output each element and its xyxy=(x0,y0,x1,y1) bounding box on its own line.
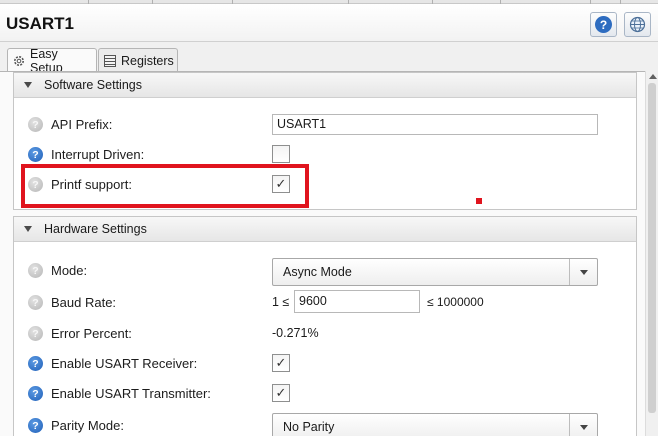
annotation-red-dot xyxy=(476,198,482,204)
error-percent-label: Error Percent: xyxy=(51,326,132,341)
mode-selected-value: Async Mode xyxy=(283,265,352,279)
parity-mode-label: Parity Mode: xyxy=(51,418,124,433)
api-prefix-input[interactable]: USART1 xyxy=(272,114,598,135)
enable-receiver-checkbox[interactable]: ✓ xyxy=(272,354,290,372)
enable-receiver-row: ? Enable USART Receiver: ✓ xyxy=(14,352,636,376)
help-blue-icon[interactable]: ? xyxy=(28,356,43,371)
section-title: Software Settings xyxy=(44,78,142,92)
help-button[interactable]: ? xyxy=(590,12,617,37)
enable-receiver-label: Enable USART Receiver: xyxy=(51,356,198,371)
hardware-settings-header[interactable]: Hardware Settings xyxy=(14,217,636,242)
mode-row: ? Mode: Async Mode xyxy=(14,258,636,286)
section-title: Hardware Settings xyxy=(44,222,147,236)
interrupt-driven-label: Interrupt Driven: xyxy=(51,147,145,162)
mode-select[interactable]: Async Mode xyxy=(272,258,598,286)
enable-transmitter-checkbox[interactable]: ✓ xyxy=(272,384,290,402)
help-blue-icon[interactable]: ? xyxy=(28,147,43,162)
tab-registers[interactable]: Registers xyxy=(98,48,178,72)
vertical-scrollbar[interactable] xyxy=(645,71,658,436)
globe-button[interactable] xyxy=(624,12,651,37)
parity-selected-value: No Parity xyxy=(283,420,335,434)
baud-rate-min: 1 ≤ xyxy=(272,295,290,309)
scrollbar-thumb[interactable] xyxy=(648,83,656,413)
gear-cog-icon xyxy=(12,54,26,68)
tab-label: Registers xyxy=(121,53,174,68)
annotation-highlight-box xyxy=(21,164,309,208)
settings-content: Software Settings ? API Prefix: USART1 ?… xyxy=(0,71,645,436)
help-blue-icon[interactable]: ? xyxy=(28,386,43,401)
enable-transmitter-row: ? Enable USART Transmitter: ✓ xyxy=(14,382,636,406)
page-title: USART1 xyxy=(6,14,75,33)
chevron-down-icon[interactable] xyxy=(569,414,597,436)
mode-label: Mode: xyxy=(51,263,88,278)
interrupt-driven-checkbox[interactable] xyxy=(272,145,290,163)
help-gray-icon[interactable]: ? xyxy=(28,117,43,132)
tab-easy-setup[interactable]: Easy Setup xyxy=(7,47,97,75)
parity-mode-row: ? Parity Mode: No Parity xyxy=(14,413,636,436)
baud-rate-max: ≤ 1000000 xyxy=(427,295,484,309)
collapse-caret-icon xyxy=(24,226,32,232)
component-header: USART1 ? xyxy=(0,4,658,42)
tab-bar: Easy Setup Registers xyxy=(0,42,658,75)
baud-rate-input[interactable]: 9600 xyxy=(294,290,420,313)
api-prefix-label: API Prefix: xyxy=(51,117,113,132)
software-settings-header[interactable]: Software Settings xyxy=(14,73,636,98)
hardware-settings-panel: Hardware Settings ? Mode: Async Mode ? B… xyxy=(13,216,637,436)
scroll-up-arrow-icon[interactable] xyxy=(649,74,657,79)
chevron-down-icon[interactable] xyxy=(569,259,597,285)
globe-icon xyxy=(629,16,646,33)
baud-rate-row: ? Baud Rate: 1 ≤ 9600 ≤ 1000000 xyxy=(14,290,636,315)
enable-transmitter-label: Enable USART Transmitter: xyxy=(51,386,211,401)
baud-rate-label: Baud Rate: xyxy=(51,295,117,310)
error-percent-row: ? Error Percent: -0.271% xyxy=(14,322,636,346)
registers-table-icon xyxy=(103,54,117,68)
help-gray-icon[interactable]: ? xyxy=(28,295,43,310)
help-gray-icon[interactable]: ? xyxy=(28,263,43,278)
help-gray-icon[interactable]: ? xyxy=(28,326,43,341)
collapse-caret-icon xyxy=(24,82,32,88)
help-blue-icon[interactable]: ? xyxy=(28,418,43,433)
question-circle-icon: ? xyxy=(595,16,612,33)
parity-mode-select[interactable]: No Parity xyxy=(272,413,598,436)
error-percent-value: -0.271% xyxy=(272,326,319,340)
api-prefix-row: ? API Prefix: USART1 xyxy=(14,113,636,137)
